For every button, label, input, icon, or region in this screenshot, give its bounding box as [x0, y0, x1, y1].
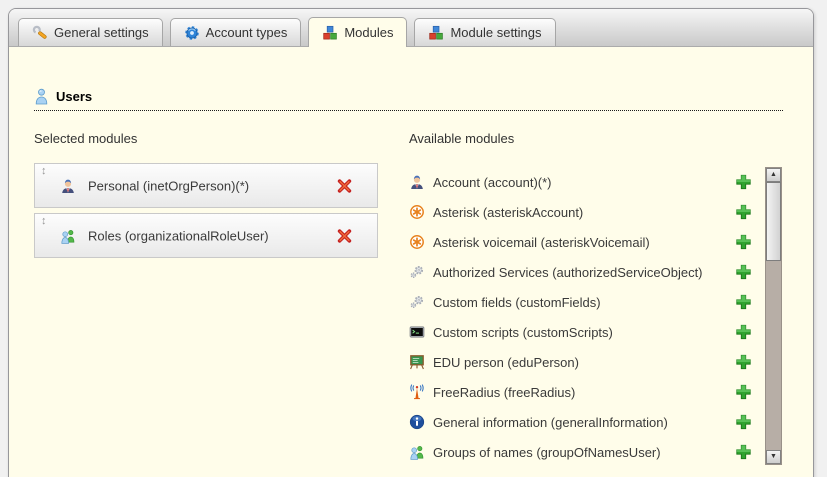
add-icon[interactable]: [735, 294, 752, 311]
available-module-row: General information (generalInformation): [409, 407, 752, 437]
available-module-label: Custom scripts (customScripts): [433, 325, 613, 340]
section-title: Users: [56, 89, 92, 104]
available-module-row: Asterisk voicemail (asteriskVoicemail): [409, 227, 752, 257]
user-icon: [34, 88, 49, 105]
available-module-row: Custom fields (customFields): [409, 287, 752, 317]
available-module-label: Asterisk (asteriskAccount): [433, 205, 583, 220]
cog-icon: [184, 25, 200, 41]
tab-label: Module settings: [450, 25, 541, 40]
available-module-label: EDU person (eduPerson): [433, 355, 579, 370]
antenna-icon: [409, 384, 425, 400]
tab-label: Modules: [344, 25, 393, 40]
available-module-row: Account (account)(*): [409, 167, 752, 197]
available-module-row: Groups of names (groupOfNamesUser): [409, 437, 752, 467]
scrollbar-thumb[interactable]: [766, 182, 781, 261]
available-module-label: Custom fields (customFields): [433, 295, 601, 310]
modules-icon: [428, 25, 444, 41]
available-modules-scrollbar[interactable]: ▲ ▼: [765, 167, 782, 465]
selected-modules-list: ↕ Personal (inetOrgPerson)(*) ↕ Roles (orga…: [34, 163, 378, 263]
selected-module-label: Roles (organizationalRoleUser): [88, 228, 269, 243]
available-modules-label: Available modules: [409, 131, 514, 146]
available-module-label: Asterisk voicemail (asteriskVoicemail): [433, 235, 650, 250]
asterisk-icon: [409, 204, 425, 220]
person-icon: [60, 178, 76, 194]
delete-icon[interactable]: [336, 177, 353, 194]
tab-general-settings[interactable]: General settings: [18, 18, 163, 46]
add-icon[interactable]: [735, 234, 752, 251]
available-module-label: Authorized Services (authorizedServiceOb…: [433, 265, 703, 280]
add-icon[interactable]: [735, 264, 752, 281]
group-icon: [60, 228, 76, 244]
modules-icon: [322, 25, 338, 41]
asterisk-icon: [409, 234, 425, 250]
tab-label: General settings: [54, 25, 149, 40]
available-module-label: FreeRadius (freeRadius): [433, 385, 575, 400]
wrench-icon: [32, 25, 48, 41]
selected-module-row[interactable]: ↕ Roles (organizationalRoleUser): [34, 213, 378, 258]
gears-icon: [409, 294, 425, 310]
available-module-row: Authorized Services (authorizedServiceOb…: [409, 257, 752, 287]
group-icon: [409, 444, 425, 460]
add-icon[interactable]: [735, 414, 752, 431]
tab-module-settings[interactable]: Module settings: [414, 18, 555, 46]
move-icon[interactable]: ↕: [41, 215, 47, 227]
users-section-heading: Users: [34, 88, 783, 111]
available-module-row: EDU person (eduPerson): [409, 347, 752, 377]
chalkboard-icon: [409, 354, 425, 370]
info-icon: [409, 414, 425, 430]
add-icon[interactable]: [735, 324, 752, 341]
tab-modules[interactable]: Modules: [308, 17, 407, 47]
available-module-label: Account (account)(*): [433, 175, 552, 190]
add-icon[interactable]: [735, 384, 752, 401]
available-module-label: Groups of names (groupOfNamesUser): [433, 445, 661, 460]
tab-account-types[interactable]: Account types: [170, 18, 302, 46]
available-module-row: Asterisk (asteriskAccount): [409, 197, 752, 227]
page: General settings Account types Modules Modu…: [0, 0, 827, 477]
available-module-row: Custom scripts (customScripts): [409, 317, 752, 347]
selected-module-row[interactable]: ↕ Personal (inetOrgPerson)(*): [34, 163, 378, 208]
tab-label: Account types: [206, 25, 288, 40]
add-icon[interactable]: [735, 444, 752, 461]
scroll-up-icon[interactable]: ▲: [766, 168, 781, 182]
gears-icon: [409, 264, 425, 280]
person-icon: [409, 174, 425, 190]
delete-icon[interactable]: [336, 227, 353, 244]
config-panel: General settings Account types Modules Modu…: [8, 8, 814, 477]
available-module-row: FreeRadius (freeRadius): [409, 377, 752, 407]
available-module-label: General information (generalInformation): [433, 415, 668, 430]
scroll-down-icon[interactable]: ▼: [766, 450, 781, 464]
terminal-icon: [409, 324, 425, 340]
selected-modules-label: Selected modules: [34, 131, 137, 146]
add-icon[interactable]: [735, 204, 752, 221]
add-icon[interactable]: [735, 174, 752, 191]
available-modules-list: Account (account)(*) Asterisk (asteriskAc…: [409, 167, 752, 467]
move-icon[interactable]: ↕: [41, 165, 47, 177]
tab-bar: General settings Account types Modules Modu…: [9, 9, 813, 47]
add-icon[interactable]: [735, 354, 752, 371]
selected-module-label: Personal (inetOrgPerson)(*): [88, 178, 249, 193]
